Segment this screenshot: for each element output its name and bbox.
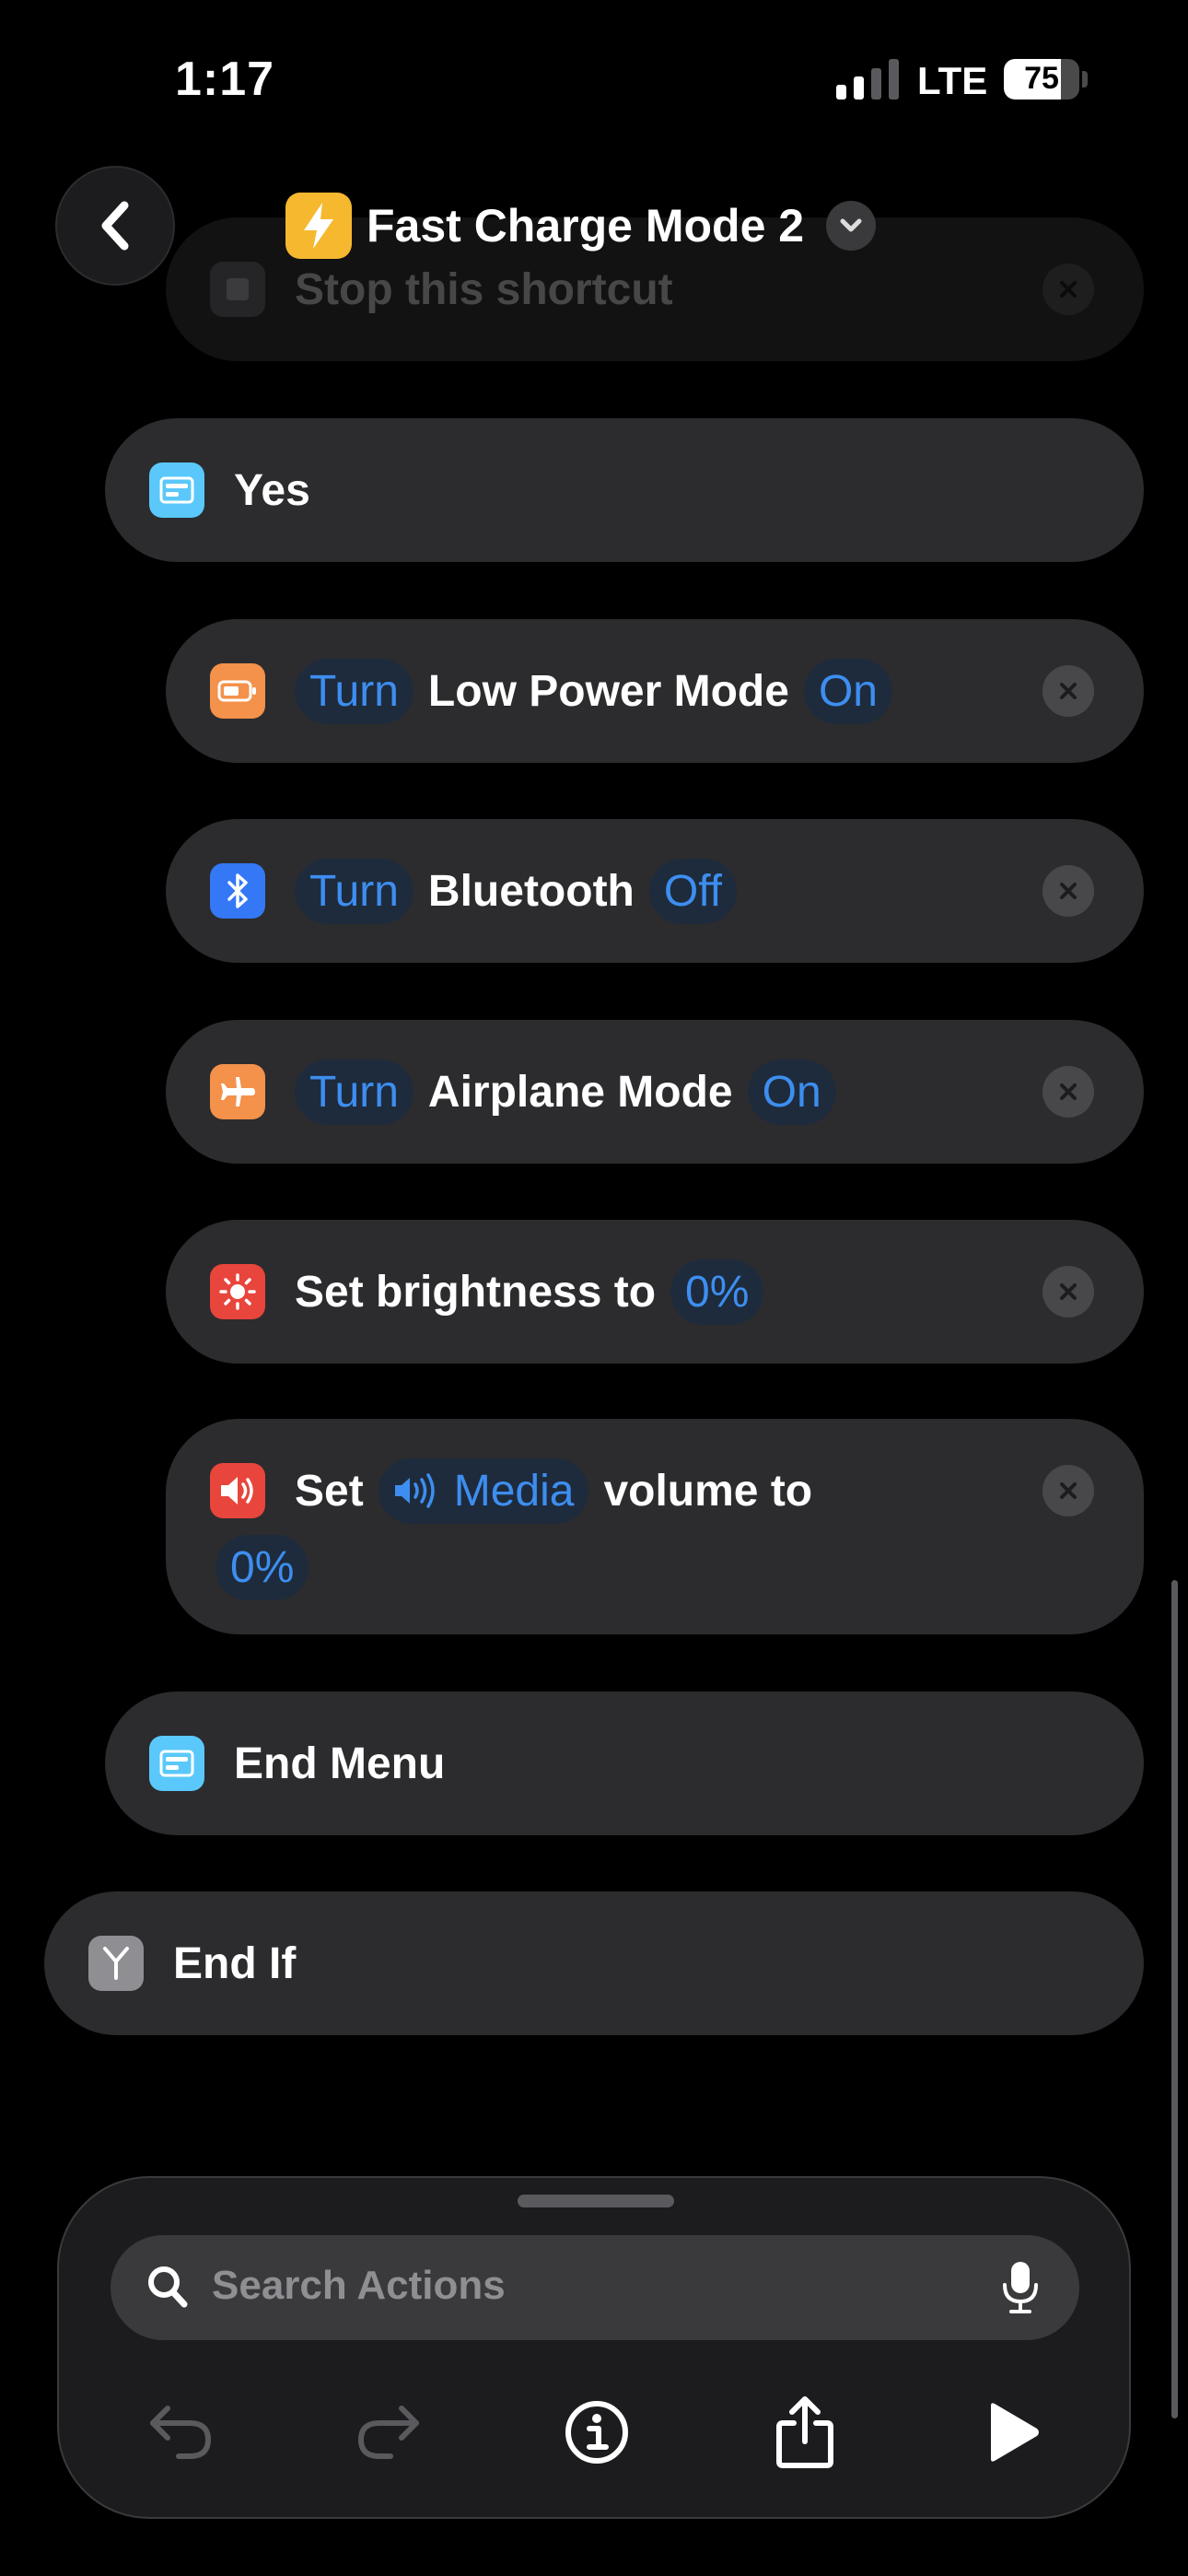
state-token[interactable]: Off — [648, 858, 738, 924]
menu-icon — [149, 463, 204, 518]
action-label: End Menu — [234, 1739, 446, 1788]
airplane-mode-action[interactable]: Turn Airplane Mode On — [166, 1020, 1144, 1164]
action-label: Stop this shortcut — [295, 264, 673, 314]
close-icon — [1060, 1283, 1077, 1300]
play-icon — [991, 2403, 1039, 2462]
page-title: Fast Charge Mode 2 — [367, 200, 805, 252]
remove-action-button[interactable] — [1042, 1266, 1094, 1317]
sheet-grabber[interactable] — [518, 2195, 674, 2207]
shortcut-title-button[interactable]: Fast Charge Mode 2 — [285, 191, 877, 261]
action-label: Bluetooth — [427, 866, 635, 916]
low-power-mode-action[interactable]: Turn Low Power Mode On — [166, 619, 1144, 763]
close-icon — [1060, 1083, 1077, 1100]
volume-action[interactable]: Set Media volume to 0% — [166, 1419, 1144, 1634]
volume-target-token[interactable]: Media — [378, 1458, 589, 1524]
remove-action-button[interactable] — [1042, 263, 1094, 315]
search-input[interactable]: Search Actions — [111, 2235, 1079, 2340]
chevron-left-icon — [101, 201, 129, 251]
chevron-down-icon — [826, 201, 877, 251]
volume-target-label: Media — [453, 1466, 575, 1516]
microphone-icon[interactable] — [1000, 2259, 1041, 2321]
network-type: LTE — [917, 59, 988, 102]
state-token[interactable]: On — [747, 1059, 836, 1125]
share-icon — [776, 2396, 833, 2468]
run-button[interactable] — [969, 2388, 1057, 2476]
info-button[interactable] — [553, 2388, 641, 2476]
stop-square-icon — [210, 262, 265, 317]
close-icon — [1060, 683, 1077, 699]
signal-icon — [836, 59, 899, 100]
status-bar: 1:17 LTE 75 — [0, 0, 1188, 157]
speaker-wave-icon — [394, 1473, 435, 1508]
end-menu-action[interactable]: End Menu — [105, 1692, 1144, 1835]
search-placeholder: Search Actions — [212, 2263, 506, 2308]
speaker-icon — [210, 1463, 265, 1518]
status-time: 1:17 — [175, 53, 275, 106]
end-if-action[interactable]: End If — [44, 1891, 1144, 2035]
redo-button[interactable] — [344, 2388, 433, 2476]
menu-icon — [149, 1736, 204, 1791]
back-button[interactable] — [55, 166, 175, 286]
action-label: End If — [173, 1938, 297, 1988]
bluetooth-action[interactable]: Turn Bluetooth Off — [166, 819, 1144, 963]
action-search-panel: Search Actions — [57, 2176, 1131, 2519]
search-icon — [146, 2264, 190, 2314]
action-label: Yes — [234, 465, 310, 515]
info-icon — [565, 2401, 628, 2464]
battery-percent: 75 — [1024, 61, 1059, 96]
action-label-to: volume to — [603, 1466, 813, 1516]
battery-icon — [210, 663, 265, 719]
close-icon — [1060, 883, 1077, 899]
battery-icon: 75 — [1004, 59, 1079, 100]
battery-tip — [1082, 71, 1088, 88]
sun-icon — [210, 1264, 265, 1319]
remove-action-button[interactable] — [1042, 1066, 1094, 1118]
brightness-action[interactable]: Set brightness to 0% — [166, 1220, 1144, 1364]
action-label: Low Power Mode — [427, 666, 789, 716]
undo-button[interactable] — [136, 2388, 225, 2476]
action-label-set: Set — [295, 1466, 364, 1516]
bluetooth-icon — [210, 863, 265, 919]
remove-action-button[interactable] — [1042, 1465, 1094, 1516]
redo-icon — [357, 2406, 419, 2459]
volume-value-token[interactable]: 0% — [215, 1535, 309, 1600]
brightness-value-token[interactable]: 0% — [670, 1259, 764, 1325]
airplane-icon — [210, 1064, 265, 1119]
menu-case-yes[interactable]: Yes — [105, 418, 1144, 562]
close-icon — [1060, 1482, 1077, 1499]
scrollbar[interactable] — [1171, 1580, 1178, 2418]
state-token[interactable]: On — [803, 658, 892, 724]
remove-action-button[interactable] — [1042, 665, 1094, 717]
close-icon — [1060, 281, 1077, 298]
remove-action-button[interactable] — [1042, 865, 1094, 917]
turn-token[interactable]: Turn — [295, 858, 413, 924]
branch-icon — [88, 1936, 144, 1991]
action-label: Set brightness to — [295, 1267, 657, 1317]
turn-token[interactable]: Turn — [295, 658, 413, 724]
lightning-bolt-icon — [285, 193, 352, 259]
undo-icon — [150, 2406, 212, 2459]
share-button[interactable] — [761, 2388, 849, 2476]
turn-token[interactable]: Turn — [295, 1059, 413, 1125]
action-label: Airplane Mode — [427, 1067, 733, 1117]
